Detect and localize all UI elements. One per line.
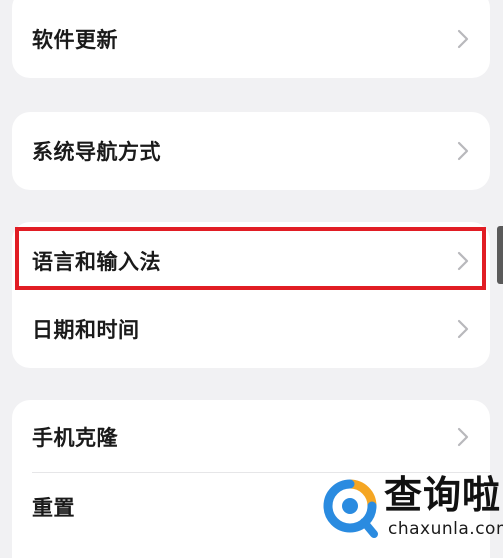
settings-item-label: 软件更新 [32,28,118,52]
settings-item-label: 手机克隆 [32,426,118,450]
chevron-right-icon [457,427,469,447]
settings-group-navigation: 系统导航方式 [12,112,490,190]
settings-item-phone-clone[interactable]: 手机克隆 [12,402,490,472]
settings-group-update: 软件更新 [12,0,490,78]
settings-item-label: 重置 [32,496,75,520]
settings-item-date-time[interactable]: 日期和时间 [12,294,490,364]
settings-item-label: 日期和时间 [32,318,140,342]
watermark: 查询啦 chaxunla.com [322,472,503,552]
edge-scroll-bar [497,226,503,284]
watermark-name: 查询啦 [384,473,502,517]
settings-item-language-input[interactable]: 语言和输入法 [12,226,490,296]
settings-item-label: 语言和输入法 [32,250,161,274]
settings-item-label: 系统导航方式 [32,140,161,164]
settings-item-software-update[interactable]: 软件更新 [12,4,490,74]
search-logo-icon [323,479,378,538]
chevron-right-icon [457,251,469,271]
chevron-right-icon [457,319,469,339]
settings-item-system-navigation[interactable]: 系统导航方式 [12,116,490,186]
settings-group-language-time: 语言和输入法 日期和时间 [12,222,490,368]
watermark-domain: chaxunla.com [388,519,503,539]
settings-screen: 软件更新 系统导航方式 语言和输入法 日期和时间 手机克隆 重置 查询啦 cha… [0,0,503,558]
chevron-right-icon [457,141,469,161]
chevron-right-icon [457,29,469,49]
